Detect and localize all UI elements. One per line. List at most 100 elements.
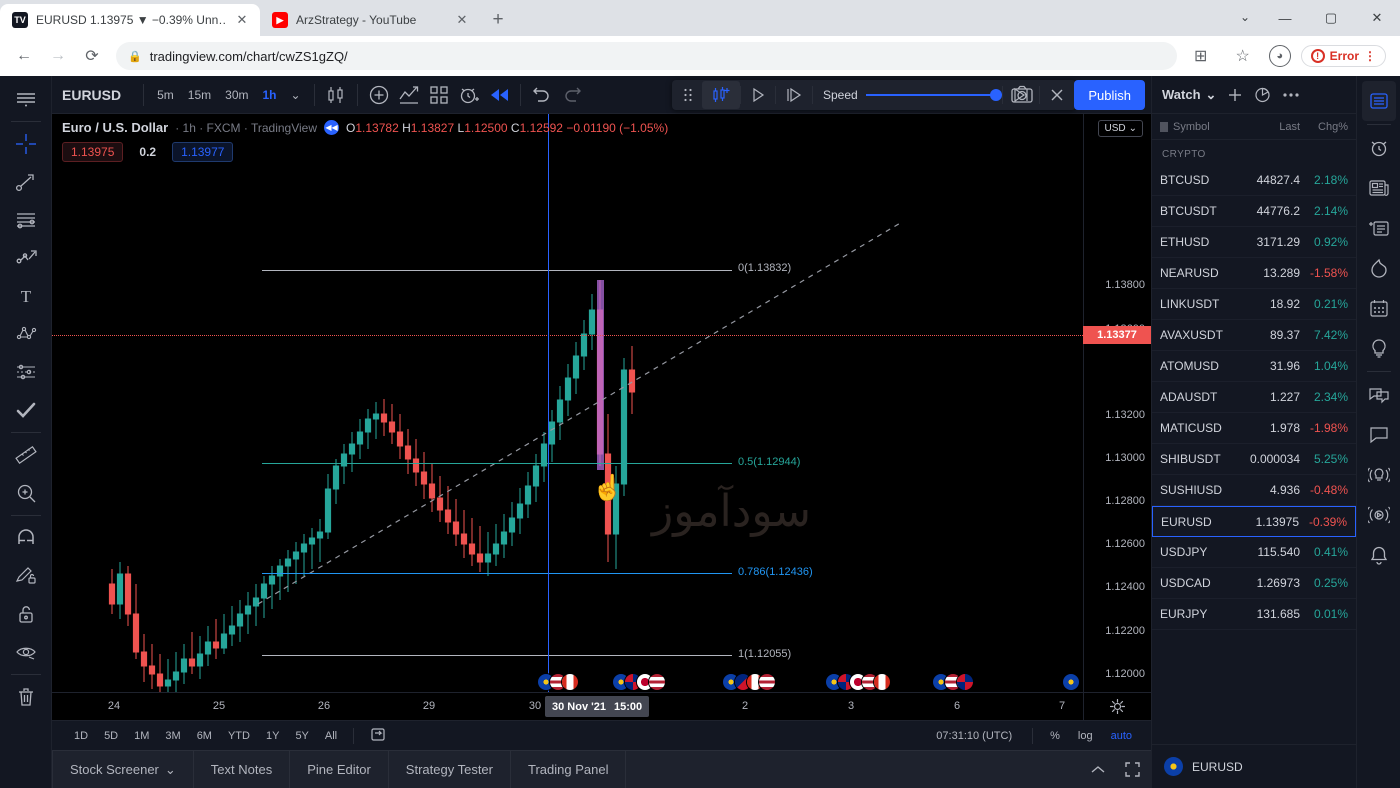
event-flag-group[interactable] <box>613 674 665 690</box>
event-flag-group[interactable] <box>826 674 890 690</box>
watchlist-row-nearusd[interactable]: NEARUSD 13.289 -1.58% <box>1152 258 1356 289</box>
close-icon[interactable]: ✕ <box>454 12 470 28</box>
speed-slider[interactable] <box>865 89 1002 101</box>
indicators-add-icon[interactable] <box>364 80 394 110</box>
public-chats-icon[interactable] <box>1362 375 1396 415</box>
pitchfork-tool-icon[interactable] <box>6 239 46 277</box>
slider-knob[interactable] <box>989 89 1002 101</box>
price-scale[interactable]: USD ⌄ 1.13800 1.13600 1.13377 1.13200 1.… <box>1083 114 1151 692</box>
range-ytd[interactable]: YTD <box>220 727 258 745</box>
timeframe-5m[interactable]: 5m <box>150 83 181 107</box>
tab-strategy-tester[interactable]: Strategy Tester <box>389 750 511 788</box>
time-scale[interactable]: 24 25 26 29 30 30 Nov '21 15:00 2 3 6 7 <box>52 692 1151 720</box>
log-scale-button[interactable]: log <box>1069 727 1102 745</box>
stay-in-drawing-mode-icon[interactable] <box>6 557 46 595</box>
watchlist-row-linkusdt[interactable]: LINKUSDT 18.92 0.21% <box>1152 289 1356 320</box>
watchlist-row-eurusd[interactable]: EURUSD 1.13975 -0.39% <box>1152 506 1356 537</box>
pie-chart-icon[interactable] <box>1254 86 1271 103</box>
plus-icon[interactable] <box>1227 87 1243 103</box>
ideas-stream-icon[interactable] <box>1362 455 1396 495</box>
go-to-date-icon[interactable] <box>362 723 394 748</box>
watchlist-title[interactable]: Watch ⌄ <box>1162 87 1216 103</box>
forward-icon[interactable]: → <box>42 40 74 72</box>
window-maximize-button[interactable]: ▢ <box>1308 0 1354 36</box>
chart-type-candles-icon[interactable] <box>321 80 351 110</box>
window-minimize-button[interactable]: — <box>1262 0 1308 36</box>
chevron-up-icon[interactable] <box>1083 755 1113 785</box>
browser-tab-youtube[interactable]: ▶ ArzStrategy - YouTube ✕ <box>260 4 480 36</box>
fib-line-0.5[interactable] <box>262 463 732 464</box>
event-flag-group[interactable] <box>538 674 578 690</box>
sort-handle-icon[interactable] <box>1160 121 1168 132</box>
redo-icon[interactable] <box>557 80 587 110</box>
watchlist-panel-icon[interactable] <box>1361 81 1396 121</box>
calendar-icon[interactable] <box>1362 288 1396 328</box>
watchlist-row-btcusd[interactable]: BTCUSD 44827.4 2.18% <box>1152 165 1356 196</box>
price-chart[interactable]: Euro / U.S. Dollar · 1h · FXCM · Trading… <box>52 114 1151 692</box>
timeframe-chevron-down-icon[interactable]: ⌄ <box>284 83 308 107</box>
watchlist-row-usdcad[interactable]: USDCAD 1.26973 0.25% <box>1152 568 1356 599</box>
data-window-icon[interactable] <box>1362 208 1396 248</box>
replay-rewind-icon[interactable] <box>484 80 514 110</box>
private-chats-icon[interactable] <box>1362 415 1396 455</box>
crosshair-cursor-icon[interactable] <box>6 125 46 163</box>
measure-ruler-icon[interactable] <box>6 436 46 474</box>
fib-line-0.786[interactable] <box>262 573 732 574</box>
templates-grid-icon[interactable] <box>424 80 454 110</box>
tab-stock-screener[interactable]: Stock Screener ⌄ <box>52 750 194 788</box>
replay-drag-handle[interactable] <box>674 81 702 109</box>
fib-line-1[interactable] <box>262 655 732 656</box>
range-5d[interactable]: 5D <box>96 727 126 745</box>
event-flag-group[interactable] <box>723 674 775 690</box>
close-icon[interactable]: ✕ <box>234 12 250 28</box>
event-flag-group[interactable] <box>1063 674 1079 690</box>
menu-dots-icon[interactable]: ⋮ <box>1364 49 1376 63</box>
address-bar[interactable]: 🔒 tradingview.com/chart/cwZS1gZQ/ <box>116 42 1177 70</box>
watchlist-row-avaxusdt[interactable]: AVAXUSDT 89.37 7.42% <box>1152 320 1356 351</box>
watchlist-row-eurjpy[interactable]: EURJPY 131.685 0.01% <box>1152 599 1356 630</box>
new-tab-button[interactable]: + <box>484 6 512 34</box>
text-tool-icon[interactable]: T <box>6 277 46 315</box>
fullscreen-icon[interactable] <box>1117 755 1147 785</box>
watchlist-row-shibusdt[interactable]: SHIBUSDT 0.000034 5.25% <box>1152 444 1356 475</box>
tab-search-chevron-icon[interactable]: ⌄ <box>1240 10 1250 24</box>
reload-icon[interactable]: ⟳ <box>76 40 108 72</box>
trend-line-tool-icon[interactable] <box>6 163 46 201</box>
window-close-button[interactable]: ✕ <box>1354 0 1400 36</box>
watchlist-row-sushiusd[interactable]: SUSHIUSD 4.936 -0.48% <box>1152 475 1356 506</box>
notifications-bell-icon[interactable] <box>1362 535 1396 575</box>
range-5y[interactable]: 5Y <box>287 727 316 745</box>
ideas-lightbulb-icon[interactable] <box>1362 328 1396 368</box>
more-dots-icon[interactable] <box>1282 92 1300 98</box>
install-app-icon[interactable]: ⊞ <box>1185 40 1217 72</box>
broadcast-icon[interactable] <box>1362 495 1396 535</box>
hotlist-icon[interactable] <box>1362 248 1396 288</box>
browser-tab-tradingview[interactable]: TV EURUSD 1.13975 ▼ −0.39% Unn… ✕ <box>0 4 260 36</box>
tab-trading-panel[interactable]: Trading Panel <box>511 750 627 788</box>
tab-text-notes[interactable]: Text Notes <box>194 750 291 788</box>
range-3m[interactable]: 3M <box>157 727 188 745</box>
event-flag-group[interactable] <box>933 674 973 690</box>
watchlist-row-atomusd[interactable]: ATOMUSD 31.96 1.04% <box>1152 351 1356 382</box>
back-icon[interactable]: ← <box>8 40 40 72</box>
snapshot-camera-icon[interactable] <box>1007 80 1037 110</box>
bookmark-star-icon[interactable]: ☆ <box>1227 40 1259 72</box>
chevron-down-icon[interactable]: ⌄ <box>165 762 176 778</box>
publish-button[interactable]: Publish <box>1074 80 1145 110</box>
fib-line-0[interactable] <box>262 270 732 271</box>
watchlist-row-adausdt[interactable]: ADAUSDT 1.227 2.34% <box>1152 382 1356 413</box>
profile-avatar[interactable]: ◕ <box>1268 45 1291 67</box>
timeframe-1h[interactable]: 1h <box>255 83 283 107</box>
watchlist-footer[interactable]: EURUSD <box>1152 744 1356 788</box>
range-1d[interactable]: 1D <box>66 727 96 745</box>
percent-scale-button[interactable]: % <box>1041 727 1069 745</box>
horizontal-lines-tool-icon[interactable] <box>6 201 46 239</box>
replay-play-icon[interactable] <box>741 81 775 109</box>
auto-scale-button[interactable]: auto <box>1102 727 1141 745</box>
menu-hamburger-icon[interactable] <box>6 80 46 118</box>
range-all[interactable]: All <box>317 727 345 745</box>
prediction-tool-icon[interactable] <box>6 353 46 391</box>
symbol-search-button[interactable]: EURUSD <box>62 87 137 103</box>
watchlist-row-maticusd[interactable]: MATICUSD 1.978 -1.98% <box>1152 413 1356 444</box>
undo-icon[interactable] <box>527 80 557 110</box>
